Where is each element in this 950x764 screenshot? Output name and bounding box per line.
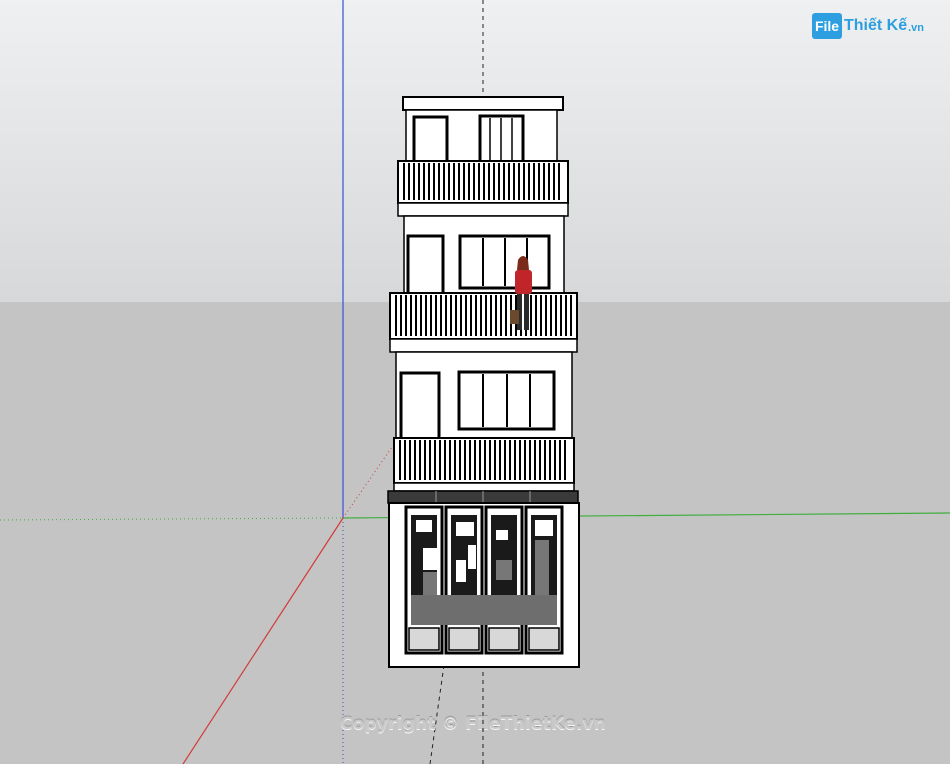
copyright-watermark: Copyright © FileThietKe.vn [340,714,607,734]
townhouse-model[interactable] [387,96,580,668]
balcony-middle-railing [389,292,578,340]
lower-slab [393,482,575,492]
logo-tld: .vn [908,22,925,34]
balcony-middle-slab [389,338,578,353]
roof-parapet [402,96,564,111]
filethietke-logo: File Thiết Kế .vn [812,12,924,40]
logo-text: Thiết Kế [844,17,908,34]
3d-viewport[interactable] [0,0,950,764]
logo-badge: File [812,13,842,39]
balcony-top-slab [397,202,569,217]
